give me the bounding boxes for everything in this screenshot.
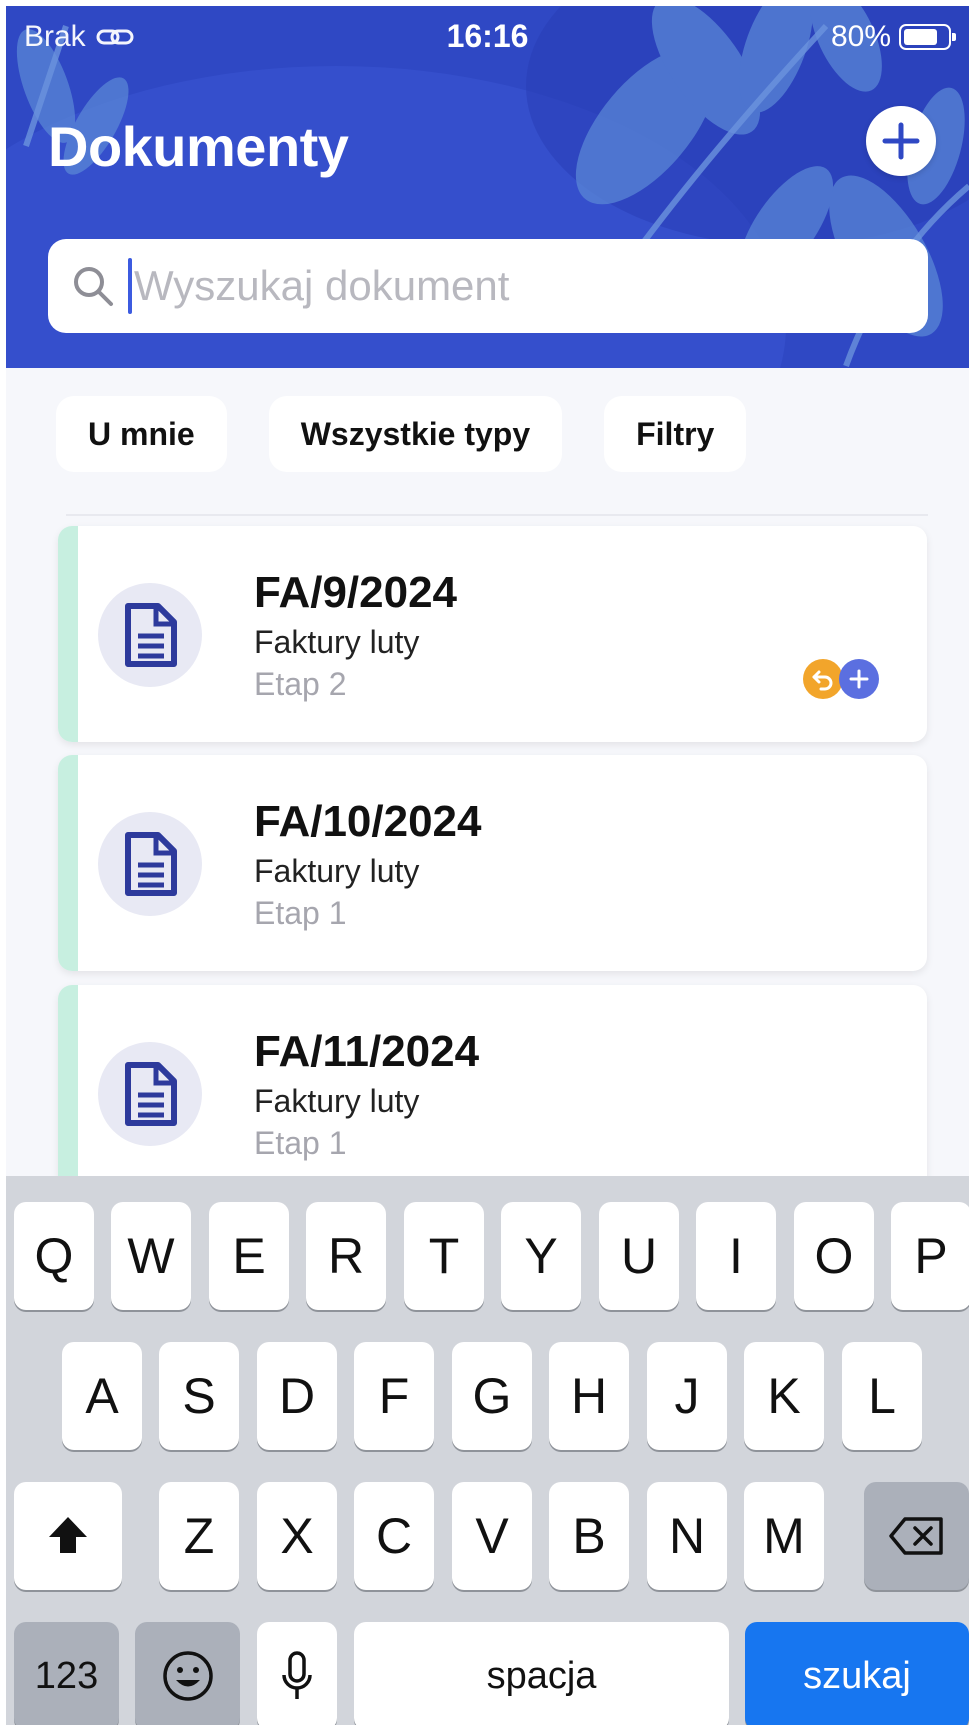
- key-b[interactable]: B: [549, 1482, 629, 1590]
- key-h[interactable]: H: [549, 1342, 629, 1450]
- divider: [66, 514, 928, 516]
- plus-icon: [882, 122, 920, 160]
- status-bar: Brak 16:16 80%: [6, 6, 969, 66]
- document-card[interactable]: FA/11/2024 Faktury luty Etap 1: [58, 985, 927, 1201]
- document-card[interactable]: FA/10/2024 Faktury luty Etap 1: [58, 755, 927, 971]
- search-icon: [68, 261, 118, 311]
- key-g[interactable]: G: [452, 1342, 532, 1450]
- status-time: 16:16: [446, 18, 529, 54]
- filter-chips: U mnie Wszystkie typy Filtry: [56, 396, 747, 472]
- microphone-key[interactable]: [257, 1622, 337, 1725]
- key-n[interactable]: N: [647, 1482, 727, 1590]
- key-q[interactable]: Q: [14, 1202, 94, 1310]
- space-key[interactable]: spacja: [354, 1622, 729, 1725]
- microphone-icon: [282, 1651, 312, 1699]
- key-d[interactable]: D: [257, 1342, 337, 1450]
- shift-key[interactable]: [14, 1482, 122, 1590]
- document-type: Faktury luty: [254, 853, 420, 889]
- key-v[interactable]: V: [452, 1482, 532, 1590]
- text-cursor: [128, 258, 132, 314]
- key-t[interactable]: T: [404, 1202, 484, 1310]
- chip-all-types[interactable]: Wszystkie typy: [268, 396, 563, 472]
- key-f[interactable]: F: [354, 1342, 434, 1450]
- status-stripe: [58, 526, 78, 742]
- battery-percent: 80%: [830, 20, 891, 53]
- key-z[interactable]: Z: [159, 1482, 239, 1590]
- search-input[interactable]: [134, 262, 834, 310]
- document-number: FA/9/2024: [254, 568, 458, 617]
- document-card[interactable]: FA/9/2024 Faktury luty Etap 2: [58, 526, 927, 742]
- document-icon: [98, 1042, 202, 1146]
- key-l[interactable]: L: [842, 1342, 922, 1450]
- key-u[interactable]: U: [599, 1202, 679, 1310]
- key-p[interactable]: P: [891, 1202, 969, 1310]
- document-stage: Etap 1: [254, 1125, 347, 1161]
- search-bar[interactable]: [48, 239, 928, 333]
- reply-icon: [803, 659, 843, 699]
- screen: Brak 16:16 80% Dokumenty Wyszukaj dokume…: [6, 6, 969, 1725]
- key-r[interactable]: R: [306, 1202, 386, 1310]
- key-k[interactable]: K: [744, 1342, 824, 1450]
- emoji-key[interactable]: [135, 1622, 240, 1725]
- key-i[interactable]: I: [696, 1202, 776, 1310]
- key-e[interactable]: E: [209, 1202, 289, 1310]
- status-battery: 80%: [830, 20, 956, 54]
- key-j[interactable]: J: [647, 1342, 727, 1450]
- document-stage: Etap 2: [254, 666, 347, 702]
- document-type: Faktury luty: [254, 1083, 420, 1119]
- document-number: FA/11/2024: [254, 1027, 480, 1076]
- add-document-button[interactable]: [866, 106, 936, 176]
- key-m[interactable]: M: [744, 1482, 824, 1590]
- chip-filters[interactable]: Filtry: [604, 396, 747, 472]
- key-a[interactable]: A: [62, 1342, 142, 1450]
- key-w[interactable]: W: [111, 1202, 191, 1310]
- key-x[interactable]: X: [257, 1482, 337, 1590]
- shift-icon: [49, 1517, 87, 1553]
- chip-mine[interactable]: U mnie: [56, 396, 227, 472]
- key-o[interactable]: O: [794, 1202, 874, 1310]
- emoji-icon: [162, 1651, 213, 1701]
- backspace-key[interactable]: [864, 1482, 969, 1590]
- document-type: Faktury luty: [254, 624, 420, 660]
- document-badges: [803, 659, 879, 699]
- status-stripe: [58, 755, 78, 971]
- key-s[interactable]: S: [159, 1342, 239, 1450]
- key-y[interactable]: Y: [501, 1202, 581, 1310]
- document-icon: [98, 583, 202, 687]
- status-stripe: [58, 985, 78, 1201]
- document-icon: [98, 812, 202, 916]
- battery-icon: [899, 24, 956, 50]
- search-key[interactable]: szukaj: [745, 1622, 969, 1725]
- keyboard: Q W E R T Y U I O P A S D F G H J K L Z …: [6, 1176, 969, 1725]
- page-title: Dokumenty: [48, 115, 349, 178]
- battery-fill: [904, 29, 937, 45]
- header: Brak 16:16 80% Dokumenty: [6, 6, 969, 368]
- document-number: FA/10/2024: [254, 797, 482, 846]
- document-stage: Etap 1: [254, 895, 347, 931]
- plus-icon: [839, 659, 879, 699]
- numbers-key[interactable]: 123: [14, 1622, 119, 1725]
- backspace-icon: [888, 1517, 943, 1555]
- key-c[interactable]: C: [354, 1482, 434, 1590]
